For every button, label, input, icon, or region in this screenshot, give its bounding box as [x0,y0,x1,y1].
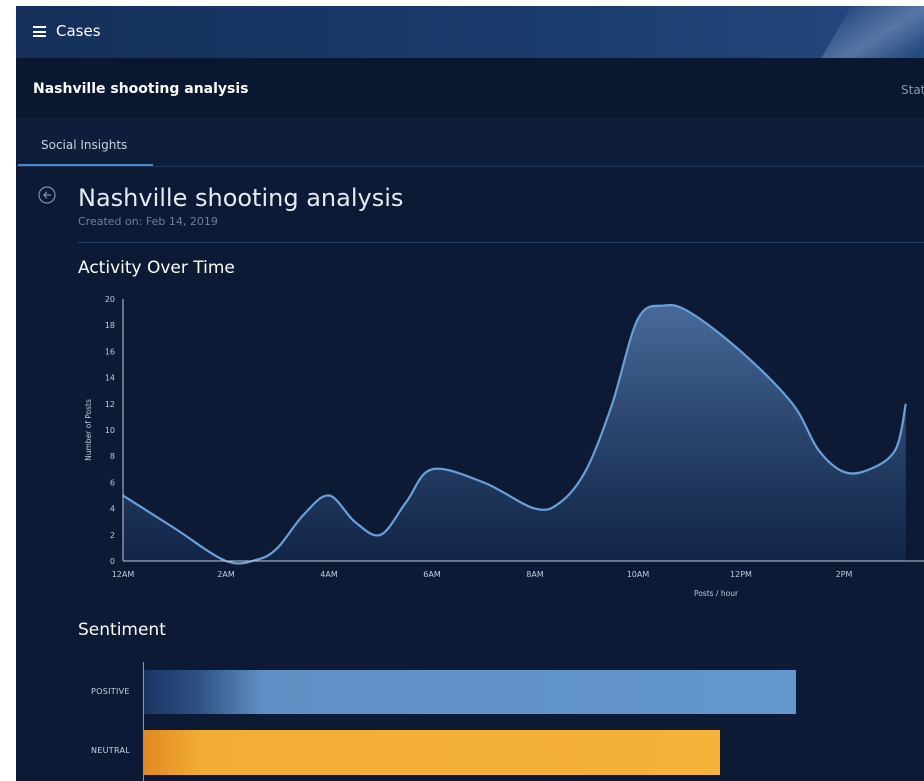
x-tick-label: 8AM [526,570,544,579]
y-tick-label: 2 [110,531,115,540]
x-axis-label: Posts / hour [694,589,739,598]
y-tick-label: 12 [105,400,115,409]
x-tick-label: 2PM [836,570,853,579]
x-tick-label: 10AM [627,570,650,579]
y-tick-label: 18 [105,321,115,330]
sentiment-bar-positive[interactable] [144,670,796,714]
sentiment-bar-neutral[interactable] [144,730,721,775]
sentiment-label-positive: POSITIVE [91,687,130,696]
y-tick-label: 16 [105,347,115,356]
activity-area-fill [123,305,906,564]
y-tick-label: 14 [105,374,115,383]
y-tick-label: 4 [110,505,115,514]
x-tick-label: 12PM [730,570,752,579]
activity-chart: 0 2 4 6 8 10 12 14 16 18 20 12AM 2AM 4AM 6AM 8AM 10AM 12P… [84,295,924,598]
y-tick-label: 20 [105,295,115,304]
x-tick-label: 6AM [423,570,441,579]
y-tick-label: 10 [105,426,115,435]
y-tick-label: 8 [110,452,115,461]
x-tick-label: 4AM [320,570,338,579]
sentiment-label-neutral: NEUTRAL [91,746,131,755]
y-tick-label: 0 [110,557,115,566]
app-window: Cases Nashville shooting analysis Stat S… [16,6,924,781]
y-tick-label: 6 [110,478,115,487]
x-tick-label: 2AM [217,570,235,579]
x-tick-label: 12AM [112,570,135,579]
sentiment-section-title: Sentiment [78,620,166,640]
y-axis-label: Number of Posts [84,399,93,461]
